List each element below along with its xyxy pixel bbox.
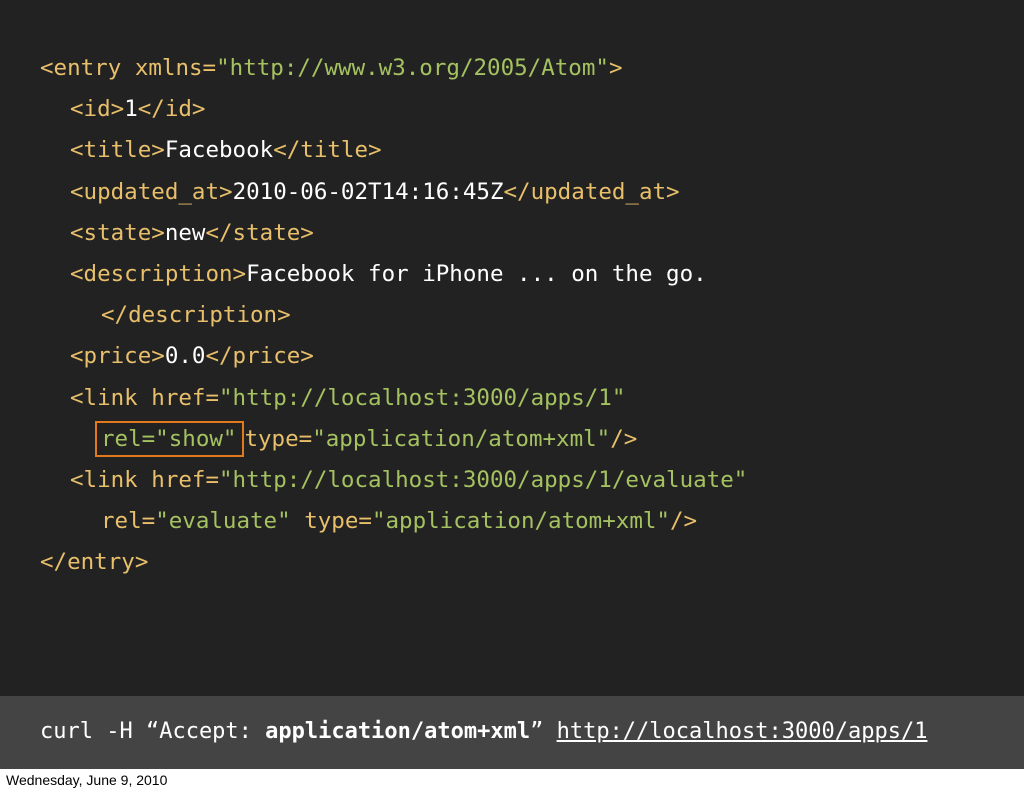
code-line-link-evaluate-rel: rel="evaluate" type="application/atom+xm…	[0, 501, 1024, 542]
xml-string: "application/atom+xml"	[371, 508, 670, 535]
command-bar: curl -H “Accept: application/atom+xml” h…	[0, 696, 1024, 769]
xml-tag: </id>	[137, 96, 206, 123]
xml-tag: <description>	[70, 260, 247, 287]
xml-tag: <link	[70, 466, 152, 493]
xml-text: 2010-06-02T14:16:45Z	[232, 178, 504, 205]
xml-text: 1	[124, 96, 138, 123]
xml-attribute: type=	[304, 508, 372, 535]
xml-text: new	[164, 219, 206, 246]
xml-tag: <updated_at>	[70, 178, 233, 205]
xml-attribute: xmlns=	[134, 55, 217, 81]
curl-quote-end: ”	[530, 719, 557, 744]
xml-text: 0.0	[164, 343, 206, 370]
rel-show-highlight: rel="show"	[95, 420, 245, 457]
xml-string: "http://localhost:3000/apps/1/evaluate"	[219, 466, 748, 493]
xml-tag: </price>	[205, 343, 314, 370]
xml-tag: <link	[70, 384, 152, 411]
slide: <entry xmlns="http://www.w3.org/2005/Ato…	[0, 0, 1024, 769]
xml-tag: />	[669, 508, 698, 535]
curl-prefix: curl -H “Accept:	[40, 719, 266, 744]
code-line-price: <price>0.0</price>	[0, 336, 1024, 377]
xml-tag: >	[608, 55, 623, 81]
code-line-title: <title>Facebook</title>	[0, 130, 1024, 171]
xml-attribute: href=	[151, 384, 220, 411]
xml-string: "evaluate"	[155, 508, 291, 535]
code-line-updated-at: <updated_at>2010-06-02T14:16:45Z</update…	[0, 172, 1024, 213]
xml-string: "http://www.w3.org/2005/Atom"	[216, 55, 609, 81]
code-line-description-close: </description>	[0, 295, 1024, 336]
code-line-description-open: <description>Facebook for iPhone ... on …	[0, 254, 1024, 295]
footer-date: Wednesday, June 9, 2010	[6, 772, 168, 788]
code-line-entry-close: </entry>	[0, 542, 1024, 583]
xml-tag: <id>	[70, 96, 125, 123]
xml-tag: </entry>	[40, 549, 149, 576]
curl-command: curl -H “Accept: application/atom+xml” h…	[40, 714, 927, 750]
xml-string: "http://localhost:3000/apps/1"	[219, 384, 626, 411]
xml-tag: <entry	[40, 55, 135, 81]
code-line-entry-open: <entry xmlns="http://www.w3.org/2005/Ato…	[0, 48, 1024, 89]
xml-string: "application/atom+xml"	[312, 425, 611, 452]
xml-tag: </description>	[101, 302, 291, 329]
xml-tag: <title>	[70, 137, 165, 164]
xml-attribute: rel=	[101, 508, 156, 535]
code-line-link-show-href: <link href="http://localhost:3000/apps/1…	[0, 378, 1024, 419]
curl-url-link[interactable]: http://localhost:3000/apps/1	[557, 719, 928, 744]
xml-attribute: type=	[244, 425, 313, 452]
xml-tag: />	[610, 425, 638, 452]
code-line-link-show-rel: rel="show" type="application/atom+xml"/>	[0, 419, 1024, 460]
code-line-link-evaluate-href: <link href="http://localhost:3000/apps/1…	[0, 460, 1024, 501]
xml-tag: </state>	[205, 219, 314, 246]
xml-tag: <price>	[70, 343, 165, 370]
code-block: <entry xmlns="http://www.w3.org/2005/Ato…	[0, 48, 1024, 583]
xml-tag: </updated_at>	[503, 178, 680, 205]
xml-text: Facebook	[164, 137, 274, 164]
accept-value: application/atom+xml	[265, 719, 531, 744]
xml-tag: <state>	[70, 219, 165, 246]
code-line-state: <state>new</state>	[0, 213, 1024, 254]
xml-text: Facebook for iPhone ... on the go.	[246, 260, 707, 287]
xml-tag: </title>	[273, 137, 382, 164]
code-line-id: <id>1</id>	[0, 89, 1024, 130]
xml-attribute: href=	[151, 466, 220, 493]
